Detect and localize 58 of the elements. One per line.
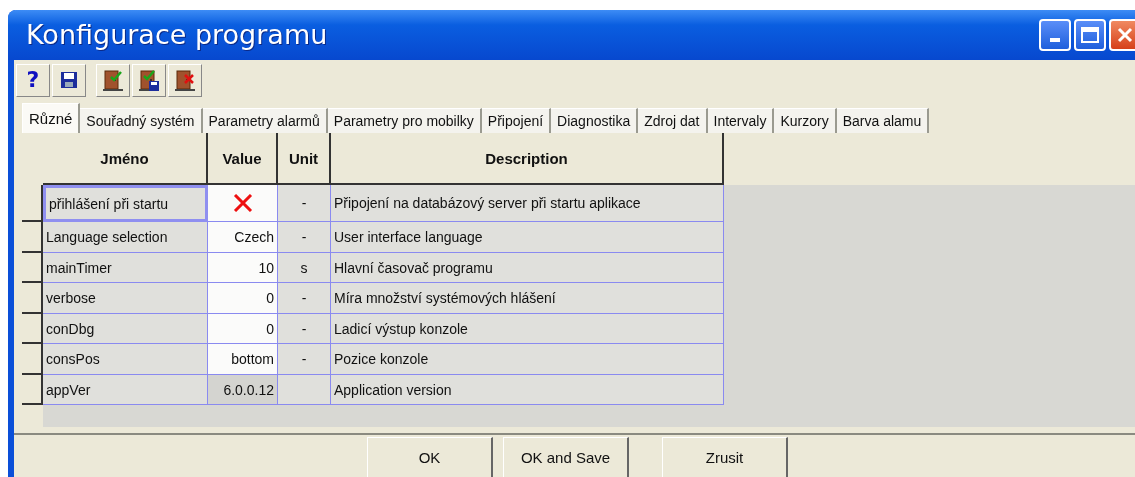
tab[interactable]: Diagnostika (551, 108, 639, 134)
maximize-icon (1081, 26, 1099, 43)
dialog-button[interactable]: OK and Save (503, 437, 629, 477)
table-cell: - (278, 185, 331, 223)
tab[interactable]: Zdroj dat (638, 108, 708, 134)
table-cell[interactable]: verbose (43, 283, 208, 314)
dialog-button[interactable]: Zrusit (662, 437, 788, 477)
table-cell: Pozice konzole (331, 344, 724, 375)
table-cell: User interface language (331, 222, 724, 253)
tab[interactable]: Parametry pro mobilky (327, 108, 482, 134)
table-cell[interactable]: bottom (208, 344, 278, 375)
close-icon (1117, 26, 1133, 43)
table-cell: Hlavní časovač programu (331, 252, 724, 284)
tab[interactable]: Barva alamu (836, 108, 930, 134)
table-cell: - (278, 344, 331, 375)
table-cell[interactable]: přihlášení při startu (43, 185, 208, 223)
table-cell[interactable]: Czech (208, 222, 278, 253)
tab[interactable]: Intervaly (707, 108, 775, 134)
table-cell[interactable]: 10 (208, 252, 278, 284)
window-title: Konfigurace programu (26, 19, 329, 51)
toolbar-button[interactable]: ? (16, 63, 50, 97)
toolbar-button[interactable] (132, 63, 166, 97)
maximize-button[interactable] (1074, 18, 1106, 51)
toolbar-button[interactable] (52, 63, 86, 97)
toolbar-button[interactable] (96, 63, 130, 97)
table-cell: - (278, 222, 331, 253)
tab[interactable]: Různé (22, 103, 81, 134)
table-cell[interactable]: mainTimer (43, 252, 208, 284)
help-icon: ? (26, 69, 40, 92)
table-cell: Ladicí výstup konzole (331, 313, 724, 345)
table-cell: Připojení na databázový server při startu aplikace (331, 185, 724, 223)
table-cell[interactable]: consPos (43, 344, 208, 375)
table-cell: s (278, 252, 331, 284)
close-button[interactable] (1109, 18, 1135, 51)
table-cell[interactable]: 0 (208, 313, 278, 345)
table-cell: - (278, 313, 331, 345)
save-icon (59, 70, 79, 91)
tab[interactable]: Připojení (481, 108, 552, 134)
door-check-save-icon (138, 68, 160, 92)
table-cell: - (278, 283, 331, 314)
tab[interactable]: Parametry alarmů (202, 108, 328, 134)
table-cell[interactable]: 6.0.0.12 (208, 374, 278, 406)
table-cell[interactable]: 0 (208, 283, 278, 314)
door-check-icon (102, 68, 124, 92)
door-cross-icon (174, 68, 196, 92)
tab[interactable]: Kurzory (774, 108, 837, 134)
table-cell: Application version (331, 374, 724, 406)
table-cell[interactable]: appVer (43, 374, 208, 406)
table-cell[interactable]: conDbg (43, 313, 208, 345)
minimize-button[interactable] (1039, 18, 1071, 51)
table-cell (278, 374, 331, 406)
table-cell: Míra množství systémových hlášení (331, 283, 724, 314)
minimize-icon (1050, 37, 1060, 42)
tab[interactable]: Souřadný systém (80, 108, 203, 134)
table-cell[interactable] (208, 185, 278, 223)
toolbar-button[interactable] (168, 63, 202, 97)
table-cell[interactable]: Language selection (43, 222, 208, 253)
dialog-button[interactable]: OK (367, 437, 493, 477)
